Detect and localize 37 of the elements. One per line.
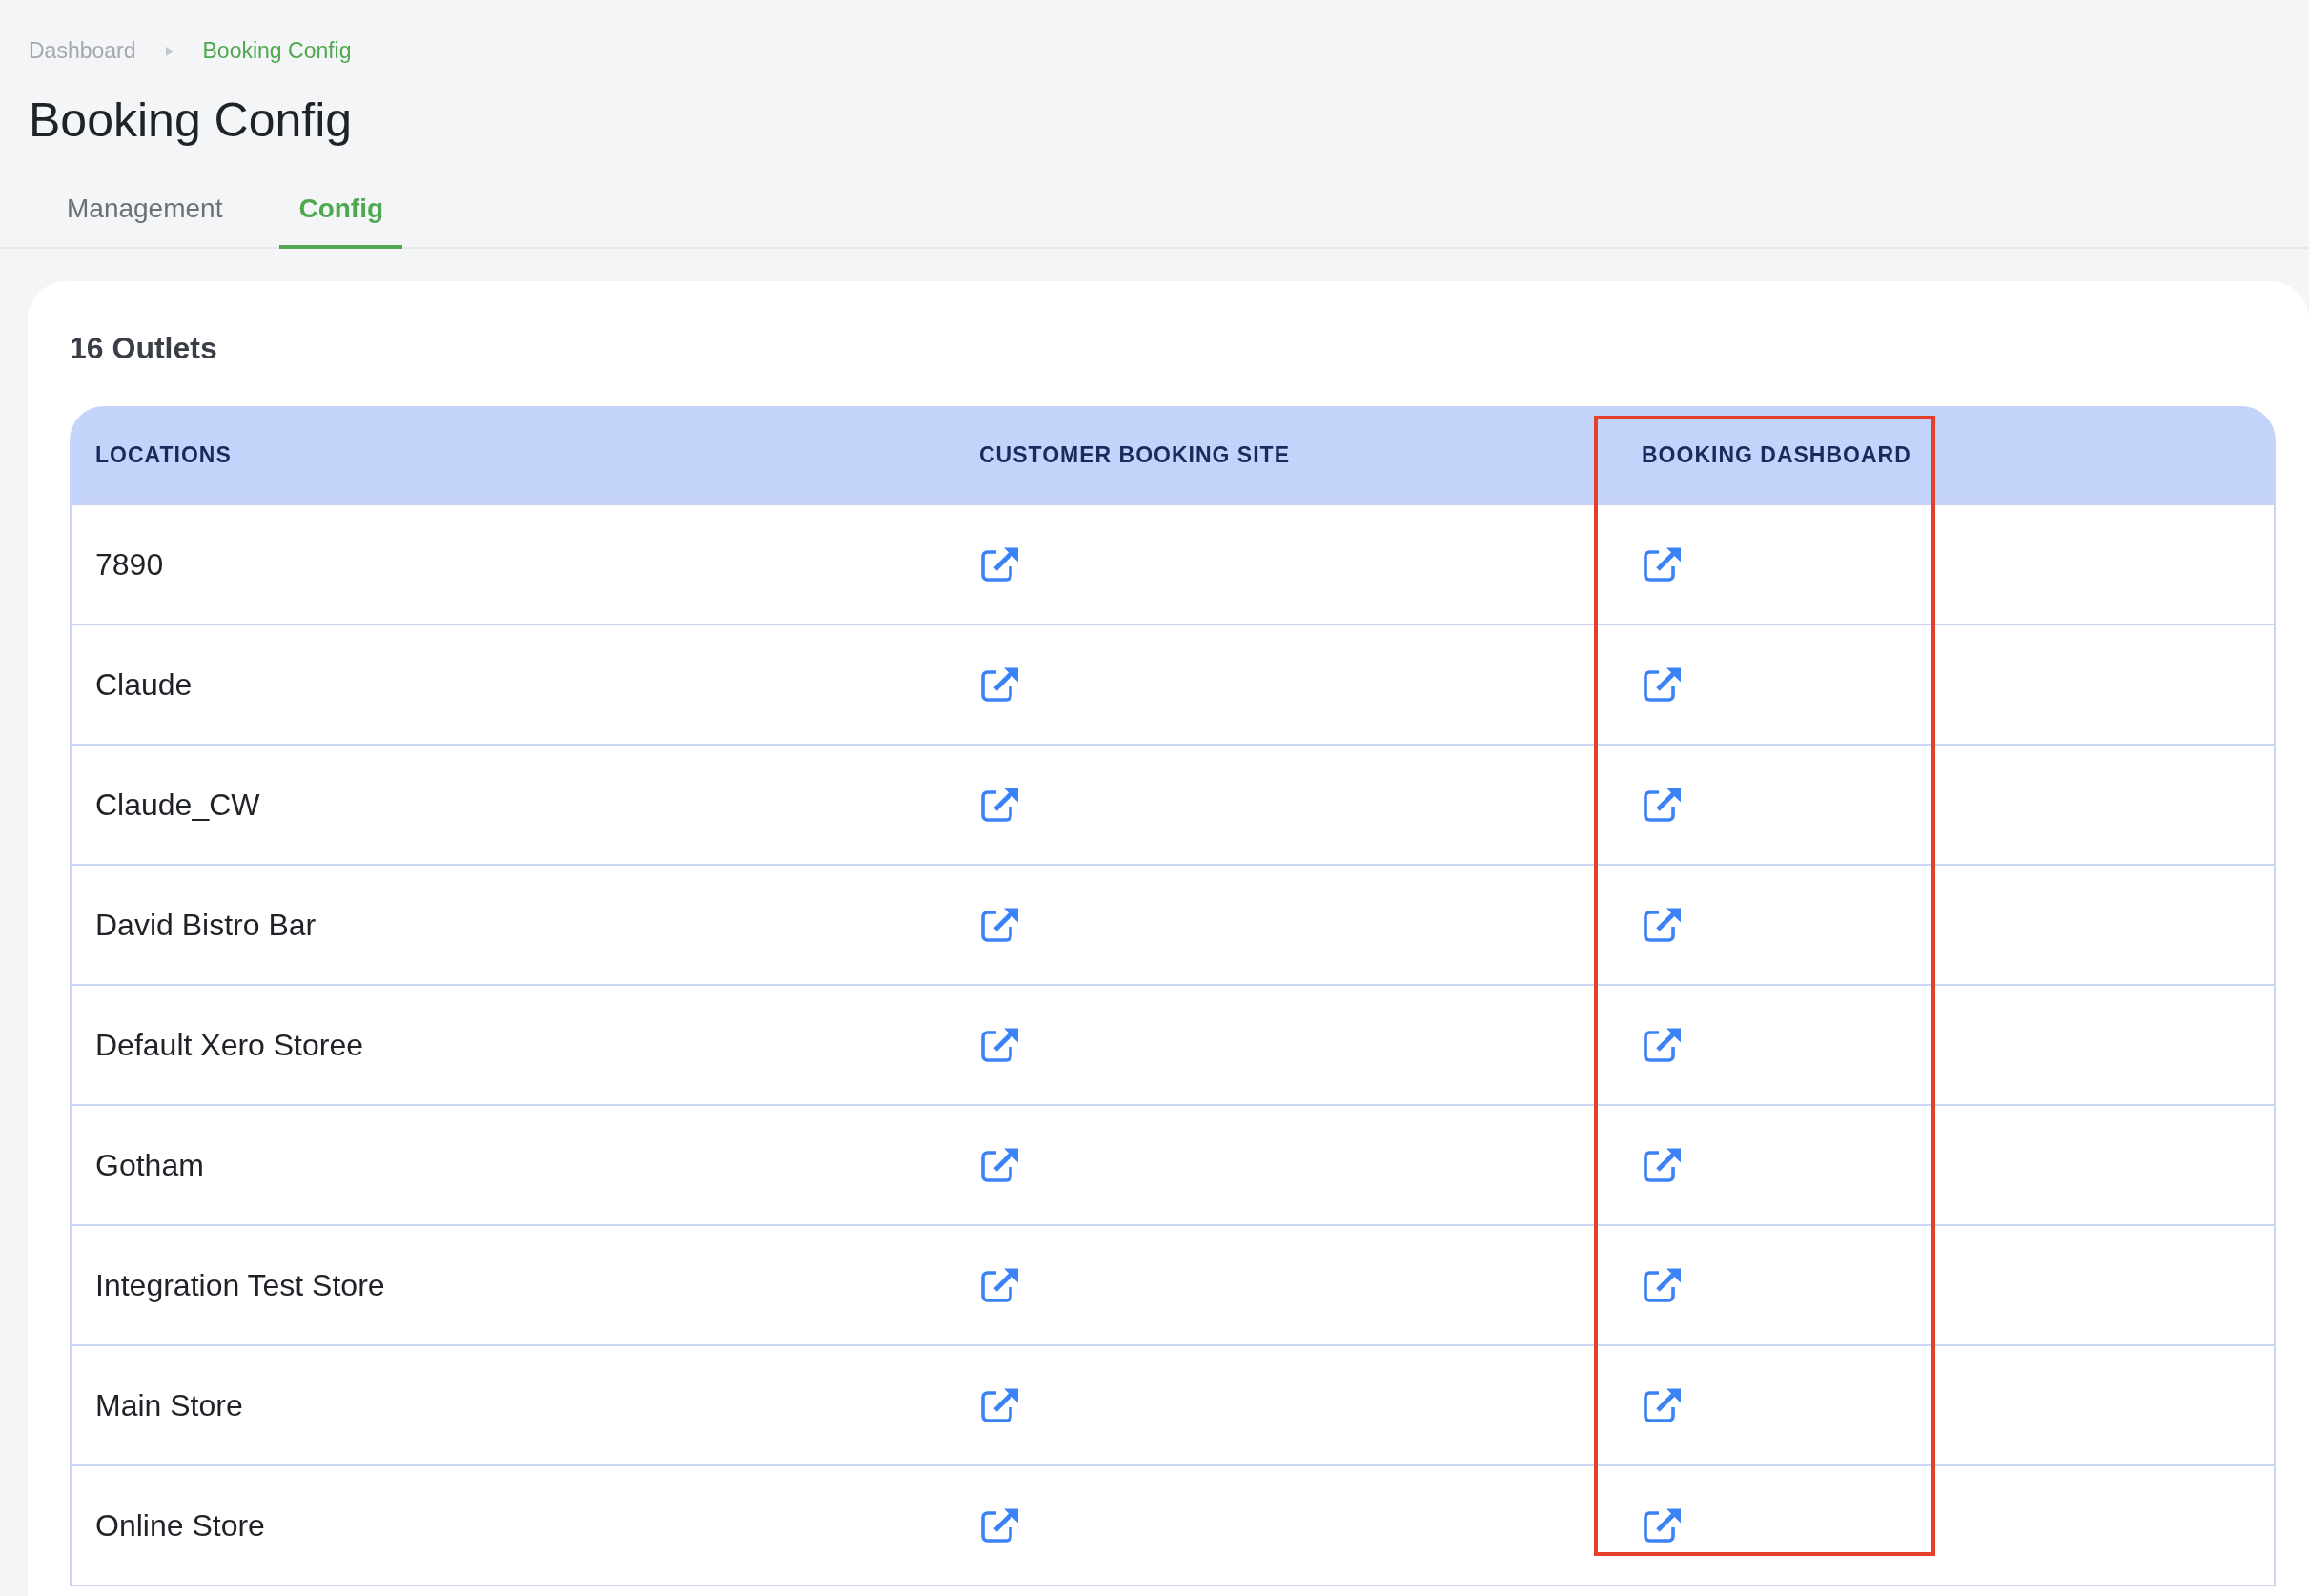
external-link-icon [1642,1266,1684,1304]
location-cell: Online Store [72,1466,955,1586]
external-link-icon [979,1146,1021,1184]
outlet-count: 16 Outlets [70,331,218,366]
tab[interactable]: Config [279,182,403,249]
location-cell: Claude [72,625,955,746]
external-link-icon [1642,545,1684,583]
column-header: CUSTOMER BOOKING SITE [955,406,1596,505]
external-link-icon [1642,665,1684,704]
external-link-icon [1642,906,1684,944]
external-link-icon [1642,1506,1684,1545]
external-link-icon [979,1266,1021,1304]
breadcrumb-link[interactable]: Booking Config [202,38,352,64]
column-header: BOOKING DASHBOARD [1596,406,2274,505]
location-cell: 7890 [72,505,955,625]
external-link-icon [1642,1386,1684,1424]
external-link-icon [1642,1146,1684,1184]
page-title: Booking Config [29,92,354,148]
external-link-icon [979,1506,1021,1545]
location-cell: Default Xero Storee [72,986,955,1106]
location-cell: Main Store [72,1346,955,1466]
location-cell: Claude_CW [72,746,955,866]
external-link-icon [979,786,1021,824]
external-link-icon [979,906,1021,944]
column-header: LOCATIONS [72,406,955,505]
external-link-icon [979,665,1021,704]
external-link-icon [1642,1026,1684,1064]
external-link-icon [979,1026,1021,1064]
location-cell: Integration Test Store [72,1226,955,1346]
external-link-icon [979,1386,1021,1424]
location-cell: Gotham [72,1106,955,1226]
external-link-icon [1642,786,1684,824]
breadcrumb-link[interactable]: Dashboard [29,38,136,64]
breadcrumb-separator-icon [164,45,174,57]
tab[interactable]: Management [48,182,242,249]
external-link-icon [979,545,1021,583]
location-cell: David Bistro Bar [72,866,955,986]
